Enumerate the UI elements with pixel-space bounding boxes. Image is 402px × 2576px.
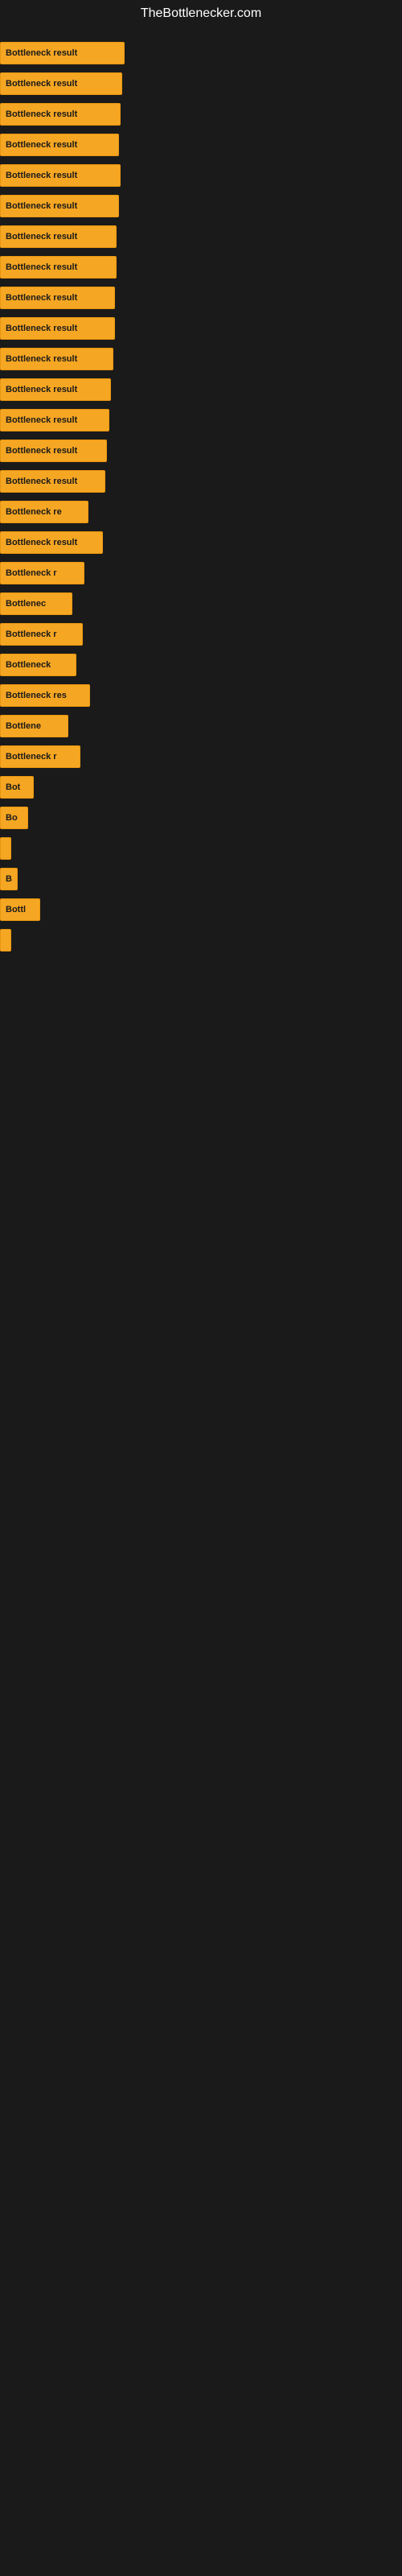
bottleneck-bar: Bottleneck res bbox=[0, 684, 90, 707]
bottleneck-bar: Bottleneck result bbox=[0, 287, 115, 309]
bar-row: B bbox=[0, 866, 402, 892]
bar-row: Bottleneck result bbox=[0, 407, 402, 433]
bar-row: Bottleneck result bbox=[0, 316, 402, 341]
bottleneck-bar: Bottleneck r bbox=[0, 623, 83, 646]
bottleneck-bar: Bottlenec bbox=[0, 592, 72, 615]
bottleneck-bar: Bottleneck result bbox=[0, 348, 113, 370]
bar-row: Bottleneck re bbox=[0, 499, 402, 525]
bottleneck-bar: Bottleneck result bbox=[0, 440, 107, 462]
bar-row: Bottleneck result bbox=[0, 101, 402, 127]
bottleneck-bar: Bottl bbox=[0, 898, 40, 921]
site-title: TheBottlenecker.com bbox=[0, 0, 402, 27]
bar-row: Bottleneck result bbox=[0, 285, 402, 311]
bar-row: Bot bbox=[0, 774, 402, 800]
bar-row: Bottleneck result bbox=[0, 469, 402, 494]
bar-row: Bottleneck result bbox=[0, 193, 402, 219]
bottleneck-bar bbox=[0, 837, 11, 860]
bottleneck-bar: Bottleneck result bbox=[0, 317, 115, 340]
bottleneck-bar: Bottleneck result bbox=[0, 103, 121, 126]
bar-row: Bottleneck result bbox=[0, 346, 402, 372]
bottleneck-bar: Bottleneck result bbox=[0, 378, 111, 401]
bottleneck-bar: Bottleneck re bbox=[0, 501, 88, 523]
bar-row: Bo bbox=[0, 805, 402, 831]
bar-row: Bottleneck result bbox=[0, 530, 402, 555]
bar-row: Bottleneck result bbox=[0, 40, 402, 66]
bar-row: Bottlene bbox=[0, 713, 402, 739]
bottleneck-bar bbox=[0, 929, 11, 952]
bar-row: Bottleneck result bbox=[0, 377, 402, 402]
bottleneck-bar: Bot bbox=[0, 776, 34, 799]
bar-row: Bottleneck result bbox=[0, 132, 402, 158]
bar-row: Bottleneck res bbox=[0, 683, 402, 708]
bar-row: Bottleneck result bbox=[0, 438, 402, 464]
bar-row: Bottleneck r bbox=[0, 621, 402, 647]
bar-row: Bottleneck result bbox=[0, 254, 402, 280]
bottleneck-bar: Bottlene bbox=[0, 715, 68, 737]
bottleneck-bar: Bottleneck result bbox=[0, 470, 105, 493]
bar-row: Bottlenec bbox=[0, 591, 402, 617]
bar-row: Bottleneck result bbox=[0, 224, 402, 250]
bottleneck-bar: Bottleneck r bbox=[0, 562, 84, 584]
bar-row bbox=[0, 836, 402, 861]
bottleneck-bar: Bottleneck result bbox=[0, 195, 119, 217]
site-title-text: TheBottlenecker.com bbox=[141, 6, 261, 20]
bottleneck-bar: Bottleneck result bbox=[0, 256, 117, 279]
bottleneck-bar: Bottleneck result bbox=[0, 409, 109, 431]
bar-row: Bottl bbox=[0, 897, 402, 923]
bottleneck-bar: B bbox=[0, 868, 18, 890]
bar-row: Bottleneck r bbox=[0, 560, 402, 586]
bar-row: Bottleneck r bbox=[0, 744, 402, 770]
bottleneck-bar: Bottleneck result bbox=[0, 42, 125, 64]
bottleneck-bar: Bottleneck result bbox=[0, 531, 103, 554]
bottleneck-bar: Bottleneck result bbox=[0, 134, 119, 156]
bars-container: Bottleneck result Bottleneck result Bottle… bbox=[0, 27, 402, 966]
bar-row: Bottleneck result bbox=[0, 163, 402, 188]
bottleneck-bar: Bottleneck result bbox=[0, 225, 117, 248]
bottleneck-bar: Bottleneck bbox=[0, 654, 76, 676]
bar-row bbox=[0, 927, 402, 953]
bottleneck-bar: Bottleneck result bbox=[0, 72, 122, 95]
bar-row: Bottleneck result bbox=[0, 71, 402, 97]
bottleneck-bar: Bo bbox=[0, 807, 28, 829]
bottleneck-bar: Bottleneck result bbox=[0, 164, 121, 187]
bottleneck-bar: Bottleneck r bbox=[0, 745, 80, 768]
bar-row: Bottleneck bbox=[0, 652, 402, 678]
